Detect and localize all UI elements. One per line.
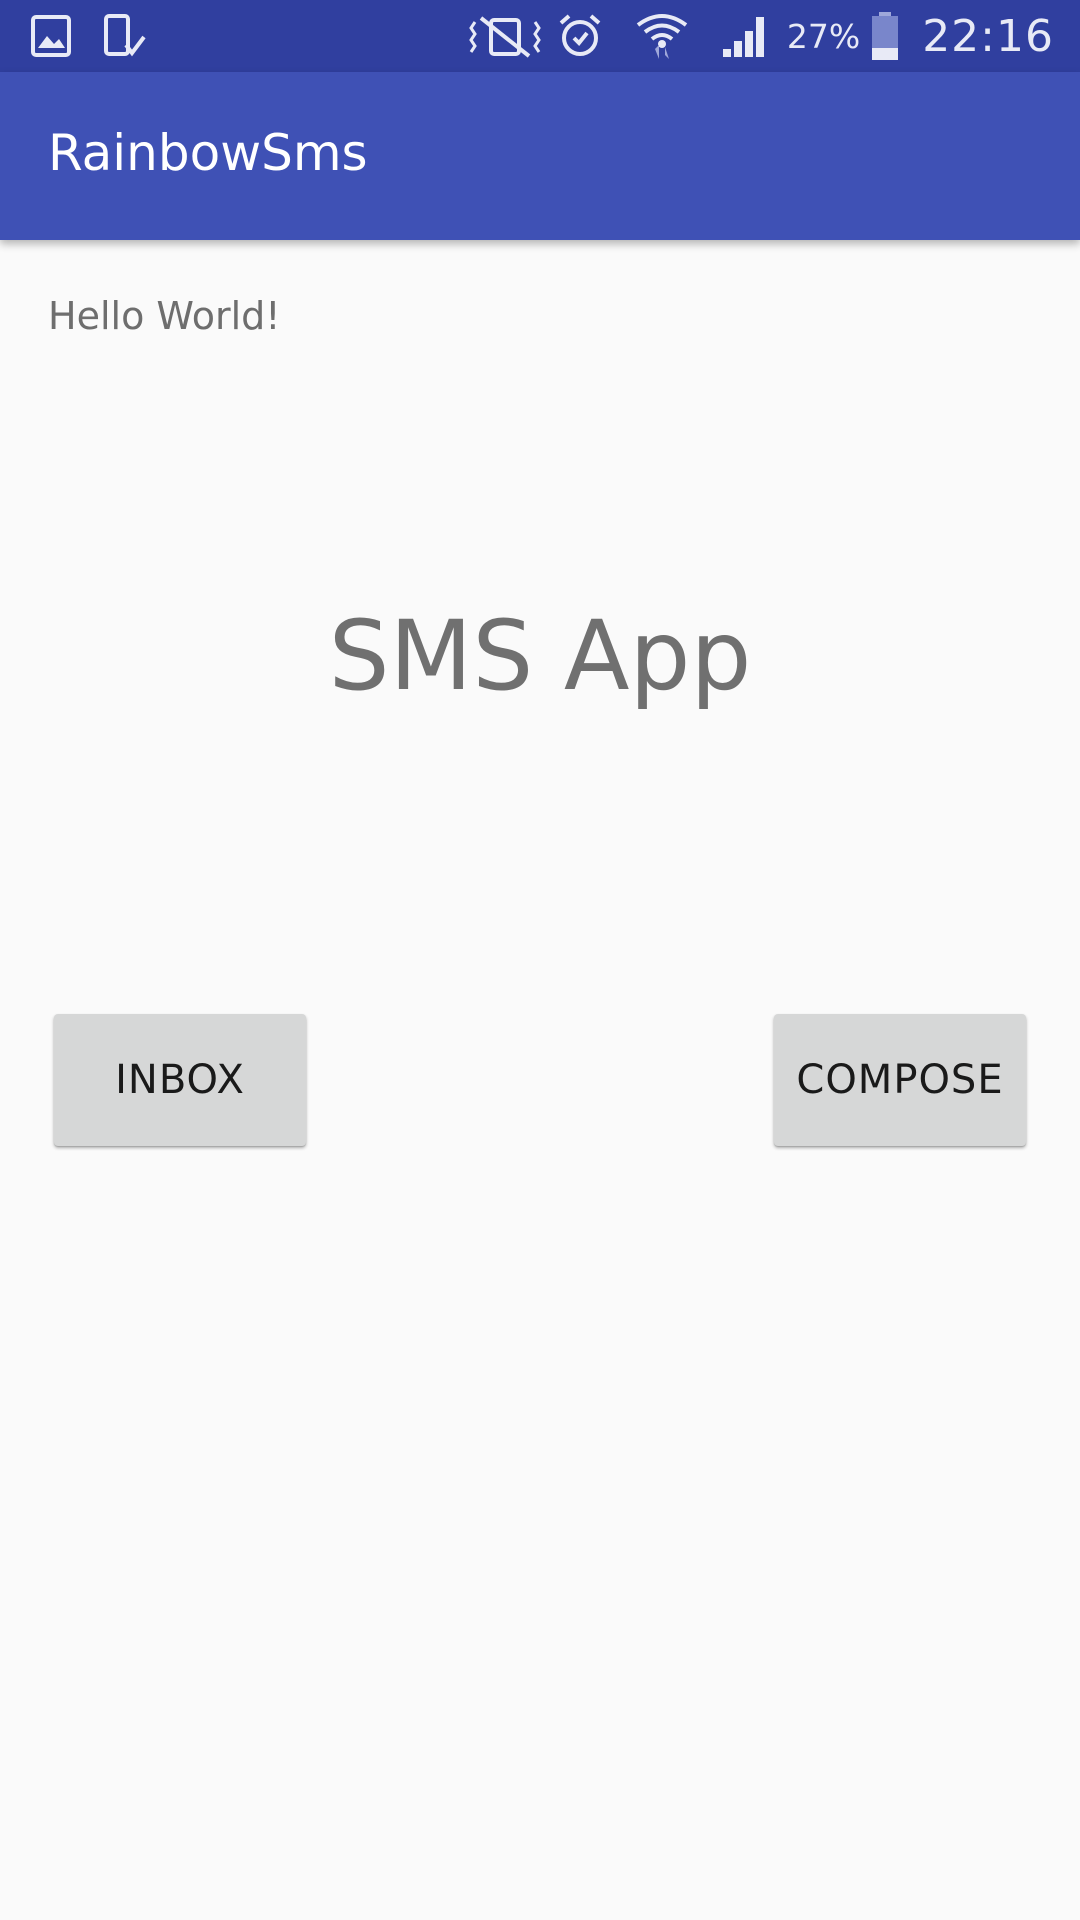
vibrate-icon bbox=[469, 14, 541, 58]
greeting-text: Hello World! bbox=[48, 294, 281, 338]
clock: 22:16 bbox=[922, 10, 1054, 62]
headline: SMS App bbox=[328, 600, 752, 712]
wifi-icon bbox=[635, 11, 689, 61]
status-bar: 27% 22:16 bbox=[0, 0, 1080, 72]
gallery-icon bbox=[30, 14, 72, 58]
device-download-icon bbox=[102, 13, 146, 59]
battery-icon bbox=[870, 11, 900, 61]
status-right-icons: 27% 22:16 bbox=[469, 10, 1054, 62]
battery-percent: 27% bbox=[786, 16, 861, 56]
alarm-icon bbox=[557, 13, 603, 59]
compose-button[interactable]: COMPOSE bbox=[774, 1014, 1026, 1146]
signal-icon bbox=[721, 13, 771, 59]
app-title: RainbowSms bbox=[48, 124, 368, 182]
status-left-icons bbox=[30, 12, 146, 60]
inbox-button[interactable]: INBOX bbox=[54, 1014, 306, 1146]
app-bar: RainbowSms bbox=[0, 72, 1080, 240]
